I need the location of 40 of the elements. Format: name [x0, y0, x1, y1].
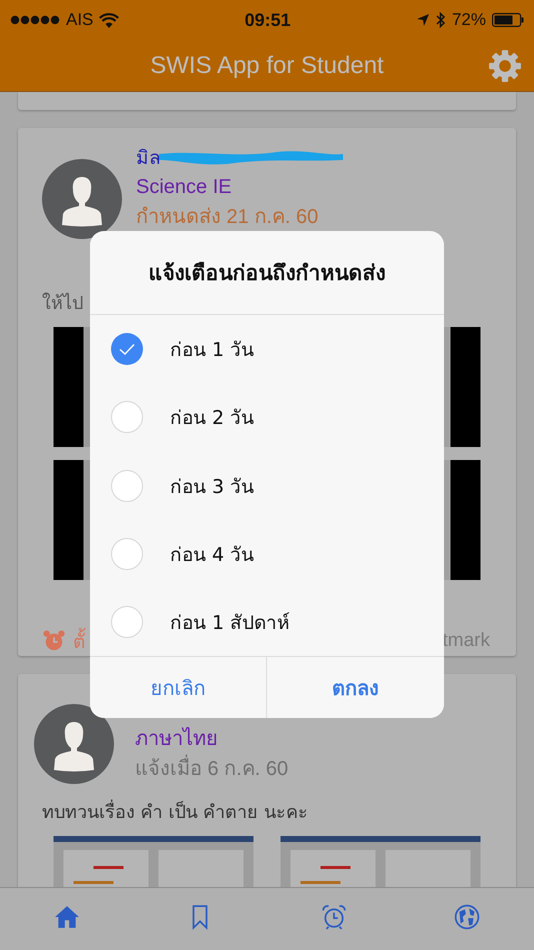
- option-label: ก่อน 1 สัปดาห์: [170, 610, 290, 636]
- radio-icon[interactable]: [110, 400, 144, 434]
- message-text: ทบทวนเรื่อง คำ เป็น คำตาย นะคะ: [42, 798, 308, 824]
- battery-icon: [492, 13, 524, 27]
- alarm-clock-icon[interactable]: [320, 904, 347, 930]
- settings-icon[interactable]: [488, 49, 522, 83]
- date-label: กำหนดส่ง 21 ก.ค. 60: [136, 205, 320, 230]
- radio-icon[interactable]: [110, 604, 144, 639]
- option-label: ก่อน 2 วัน: [170, 406, 254, 432]
- subject-label: Science IE: [136, 175, 233, 200]
- subject-label: ภาษาไทย: [135, 726, 219, 752]
- option-label: ก่อน 4 วัน: [170, 542, 254, 568]
- clock-label: 09:51: [244, 10, 291, 30]
- dialog-title: แจ้งเตือนก่อนถึงกำหนดส่ง: [90, 231, 444, 315]
- author-name: มิล: [136, 146, 161, 171]
- option-label: ก่อน 1 วัน: [170, 338, 254, 364]
- avatar-icon: [42, 159, 122, 239]
- bluetooth-icon: [436, 11, 446, 29]
- option-row[interactable]: ก่อน 4 วัน: [90, 520, 444, 588]
- globe-icon[interactable]: [454, 904, 480, 930]
- message-text: ให้ไป: [42, 292, 83, 316]
- date-label: แจ้งเมื่อ 6 ก.ค. 60: [135, 754, 288, 784]
- signal-icon: [10, 15, 60, 25]
- option-row[interactable]: ก่อน 1 วัน: [90, 315, 444, 384]
- location-arrow-icon: [416, 13, 430, 27]
- option-row[interactable]: ก่อน 3 วัน: [90, 451, 444, 520]
- radio-icon[interactable]: [110, 536, 144, 571]
- avatar-icon: [34, 704, 114, 784]
- carrier-label: AIS: [66, 10, 94, 30]
- alarm-clock-icon[interactable]: [43, 630, 65, 652]
- header-title: SWIS App for Student: [150, 52, 384, 80]
- radio-checked-icon[interactable]: [110, 332, 144, 366]
- option-row[interactable]: ก่อน 2 วัน: [90, 383, 444, 452]
- home-icon[interactable]: [54, 904, 80, 930]
- radio-icon[interactable]: [110, 468, 144, 502]
- battery-label: 72%: [452, 10, 486, 30]
- cancel-button[interactable]: ยกเลิก: [90, 657, 267, 718]
- option-row[interactable]: ก่อน 1 สัปดาห์: [90, 588, 444, 656]
- wifi-icon: [99, 12, 120, 28]
- option-label: ก่อน 3 วัน: [170, 474, 254, 500]
